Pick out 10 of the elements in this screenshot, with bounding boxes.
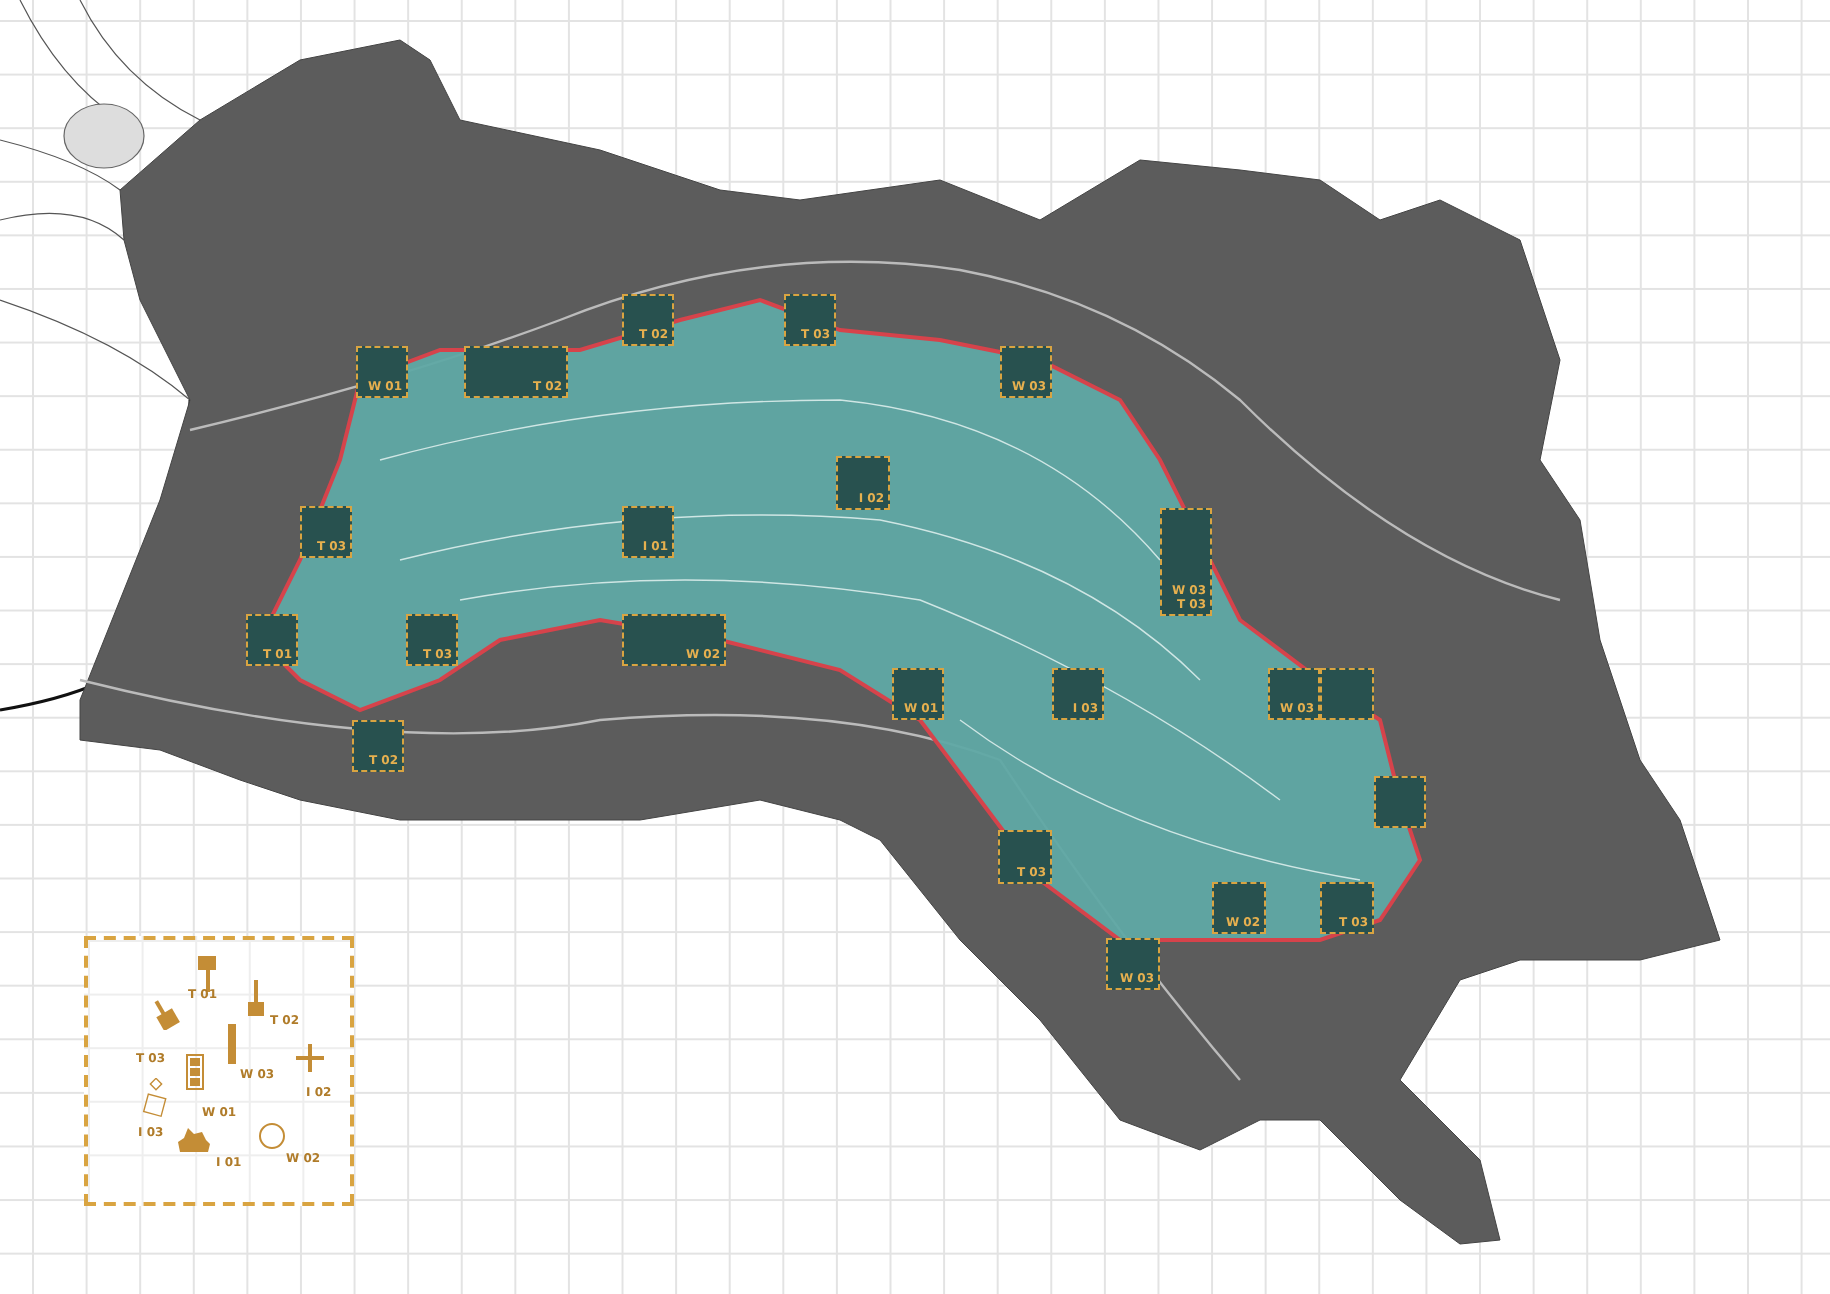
signpost-icon xyxy=(246,980,266,1016)
squares-icon xyxy=(142,1078,170,1118)
signpost-icon xyxy=(198,956,218,992)
circle-icon xyxy=(258,1122,286,1150)
map-marker-tile xyxy=(1374,776,1426,828)
plus-icon xyxy=(296,1044,324,1072)
shrub-icon xyxy=(176,1126,212,1154)
stacked-blocks-icon xyxy=(186,1054,204,1090)
panel-icon xyxy=(152,998,180,1030)
bar-icon xyxy=(228,1024,236,1064)
